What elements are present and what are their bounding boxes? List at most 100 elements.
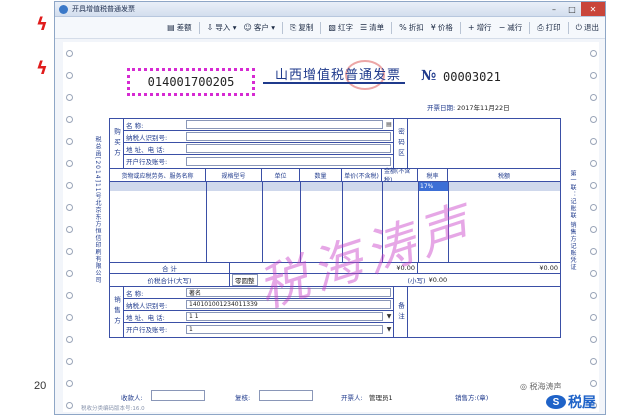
- small-label: (小写): [407, 277, 426, 285]
- toolbar-separator: [198, 21, 200, 34]
- toolbar-label: 减行: [507, 23, 523, 32]
- toolbar-ledger-button[interactable]: ▤ 差额: [167, 22, 192, 33]
- password-area-label: 密码区: [394, 119, 408, 168]
- tractor-hole: [589, 248, 597, 255]
- close-button[interactable]: ✕: [581, 2, 605, 16]
- toolbar-exit-button[interactable]: ⏻ 退出: [576, 22, 599, 33]
- notes-area[interactable]: [408, 287, 560, 337]
- classification-version-note: 税收分类编码版本号:16.0: [81, 406, 145, 412]
- invoice-title: 山西增值税普通发票: [275, 68, 402, 83]
- items-column-header: 税率: [418, 169, 448, 181]
- copy-icon: ⎘: [290, 22, 297, 32]
- items-header: 货物或应税劳务、服务名称 规格型号 单位 数量 单价(不含税) 金额(不含税) 税率 税额: [110, 168, 560, 184]
- toolbar-discount-button[interactable]: % 折扣: [399, 22, 424, 33]
- tractor-hole: [65, 182, 73, 189]
- items-column-header: 单位: [262, 169, 300, 181]
- toolbar-separator: [282, 21, 284, 34]
- logo-badge-icon: S: [546, 395, 566, 409]
- payee-input[interactable]: [151, 390, 205, 401]
- app-icon: [59, 4, 68, 14]
- toolbar-label: 差额: [176, 23, 192, 32]
- wechat-account-tag: ◎ 税海涛声: [520, 382, 562, 391]
- buyer-address-input[interactable]: [186, 144, 391, 153]
- seller-bank-input[interactable]: 1: [186, 324, 383, 334]
- tractor-hole: [589, 336, 597, 343]
- tractor-hole: [589, 138, 597, 145]
- toolbar-customer-button[interactable]: ☺ 客户 ▾: [244, 22, 276, 33]
- buyer-name-label: 名 称:: [126, 121, 144, 130]
- right-margin-text: 第一联：记账联 销售方记账凭证: [569, 170, 576, 271]
- items-column-header: 税额: [497, 172, 510, 180]
- tractor-hole: [65, 72, 73, 79]
- tractor-hole: [589, 116, 597, 123]
- tractor-hole: [65, 94, 73, 101]
- chevron-down-icon[interactable]: ▼: [385, 313, 393, 321]
- maximize-button[interactable]: □: [563, 2, 581, 16]
- seller-section-label: 销售方: [110, 287, 124, 337]
- toolbar-list-button[interactable]: ☰ 清单: [360, 22, 384, 33]
- seller-name-label: 名 称:: [126, 289, 144, 298]
- toolbar-red-invoice-button[interactable]: ▧ 红字: [328, 22, 353, 33]
- toolbar-separator: [529, 21, 531, 34]
- invoice-date: 2017年11月22日: [457, 104, 510, 112]
- tractor-hole: [65, 116, 73, 123]
- red-arrow-icon: ϟ: [36, 14, 48, 35]
- seller-address-label: 地 址、电 话:: [126, 313, 165, 322]
- total-label: 合 计: [110, 263, 230, 273]
- selected-item-row[interactable]: [110, 182, 560, 191]
- toolbar-label: 打印: [545, 23, 561, 32]
- toolbar-label: 清单: [369, 23, 385, 32]
- toolbar-price-button[interactable]: ¥ 价格: [431, 22, 453, 33]
- remove-row-icon: −: [498, 23, 506, 32]
- toolbar-separator: [320, 21, 322, 34]
- add-row-icon: +: [467, 23, 475, 32]
- toolbar-label: 价格: [437, 23, 453, 32]
- tractor-hole: [589, 182, 597, 189]
- tractor-holes-right: [587, 42, 599, 412]
- payee-label: 收款人:: [121, 394, 143, 402]
- minimize-button[interactable]: –: [545, 2, 563, 16]
- items-column-header: 规格型号: [206, 169, 262, 181]
- toolbar-label: 折扣: [408, 23, 424, 32]
- reviewer-input[interactable]: [259, 390, 313, 401]
- toolbar-print-button[interactable]: ⎙ 打印: [537, 22, 560, 33]
- toolbar-import-button[interactable]: ⇩ 导入 ▾: [207, 22, 237, 33]
- toolbar-copy-button[interactable]: ⎘ 复制: [290, 22, 313, 33]
- discount-icon: %: [399, 23, 407, 32]
- date-label: 开票日期:: [427, 104, 456, 112]
- invoice-paper: 014001700205 山西增值税普通发票 № 00003021 开票日期: …: [63, 42, 599, 412]
- toolbar-remove-row-button[interactable]: − 减行: [499, 22, 523, 33]
- tractor-hole: [65, 270, 73, 277]
- buyer-bank-input[interactable]: [186, 156, 391, 166]
- red-arrow-icon: ϟ: [36, 58, 48, 79]
- tractor-hole: [589, 226, 597, 233]
- buyer-taxid-label: 纳税人识别号:: [126, 133, 168, 142]
- buyer-lookup-icon[interactable]: ▤: [385, 121, 393, 129]
- chevron-down-icon[interactable]: ▼: [385, 325, 393, 333]
- tractor-hole: [65, 314, 73, 321]
- toolbar-label: 退出: [584, 23, 599, 32]
- buyer-taxid-input[interactable]: [186, 132, 391, 141]
- tractor-hole: [589, 50, 597, 57]
- items-column-header: 金额(不含税): [382, 168, 418, 184]
- issuer-name: 管理员1: [369, 394, 393, 402]
- tractor-hole: [65, 380, 73, 387]
- tractor-hole: [589, 380, 597, 387]
- tractor-hole: [589, 358, 597, 365]
- tractor-hole: [589, 314, 597, 321]
- list-icon: ☰: [359, 23, 368, 32]
- tractor-hole: [589, 204, 597, 211]
- ledger-icon: ▤: [167, 23, 175, 32]
- import-icon: ⇩: [206, 23, 214, 32]
- tractor-hole: [589, 160, 597, 167]
- toolbar: ▤ 差额 ⇩ 导入 ▾ ☺ 客户 ▾ ⎘ 复制 ▧ 红字 ☰ 清单% 折扣 ¥ 价格 + 增行 − 减行 ⎙ 打印 ⏻ 退出: [55, 17, 605, 39]
- tractor-hole: [589, 270, 597, 277]
- toolbar-add-row-button[interactable]: + 增行: [468, 22, 492, 33]
- toolbar-label: 客户 ▾: [253, 23, 276, 32]
- toolbar-label: 增行: [476, 23, 492, 32]
- notes-label: 备注: [394, 287, 408, 337]
- title-bar: 开具增值税普通发票 – □ ✕: [55, 2, 605, 17]
- buyer-name-input[interactable]: [186, 120, 383, 129]
- invoice-code: 014001700205: [127, 68, 255, 96]
- toolbar-label: 红字: [337, 23, 353, 32]
